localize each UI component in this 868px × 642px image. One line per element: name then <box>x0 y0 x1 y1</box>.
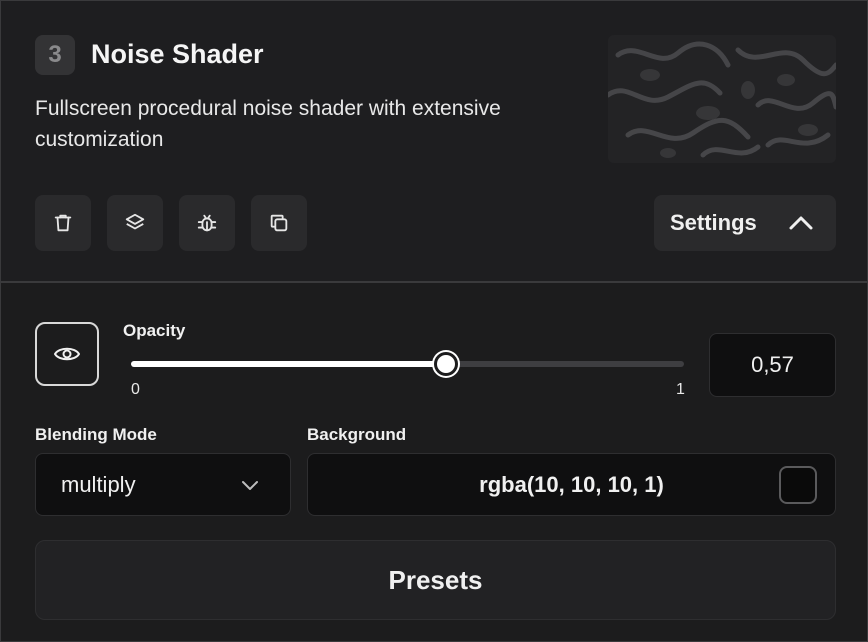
background-color-value: rgba(10, 10, 10, 1) <box>479 471 664 497</box>
layer-header: 3 Noise Shader Fullscreen procedural noi… <box>1 1 867 283</box>
opacity-label: Opacity <box>123 321 186 340</box>
opacity-max-label: 1 <box>676 381 685 398</box>
delete-layer-button[interactable] <box>35 195 91 251</box>
layer-index-badge: 3 <box>35 35 75 75</box>
settings-label: Settings <box>670 210 757 235</box>
layers-icon <box>125 213 145 230</box>
bug-icon <box>197 214 217 232</box>
blending-mode-label: Blending Mode <box>35 425 157 444</box>
blending-mode-value: multiply <box>61 471 136 497</box>
settings-toggle-button[interactable]: Settings <box>654 195 836 251</box>
layer-title: Noise Shader <box>91 39 264 69</box>
opacity-slider-fill <box>131 361 447 367</box>
visibility-toggle-button[interactable] <box>35 322 99 386</box>
chevron-up-icon <box>789 216 813 230</box>
opacity-slider[interactable] <box>131 352 684 376</box>
chevron-down-icon <box>242 481 258 490</box>
layer-panel: 3 Noise Shader Fullscreen procedural noi… <box>0 0 868 642</box>
background-color-field[interactable]: rgba(10, 10, 10, 1) <box>307 453 836 516</box>
debug-button[interactable] <box>179 195 235 251</box>
layers-button[interactable] <box>107 195 163 251</box>
shader-preview-thumbnail <box>608 35 836 163</box>
noise-preview-image <box>608 35 836 163</box>
opacity-slider-handle[interactable] <box>434 352 459 376</box>
copy-icon <box>270 214 288 232</box>
trash-icon <box>54 214 72 232</box>
background-label: Background <box>307 425 407 444</box>
eye-icon <box>54 347 80 361</box>
duplicate-layer-button[interactable] <box>251 195 307 251</box>
blending-mode-select[interactable]: multiply <box>35 453 291 516</box>
opacity-min-label: 0 <box>131 381 140 398</box>
layer-description: Fullscreen procedural noise shader with … <box>35 97 501 151</box>
presets-button[interactable]: Presets <box>35 540 836 620</box>
opacity-value-input[interactable]: 0,57 <box>709 333 836 397</box>
background-color-swatch[interactable] <box>779 466 817 504</box>
